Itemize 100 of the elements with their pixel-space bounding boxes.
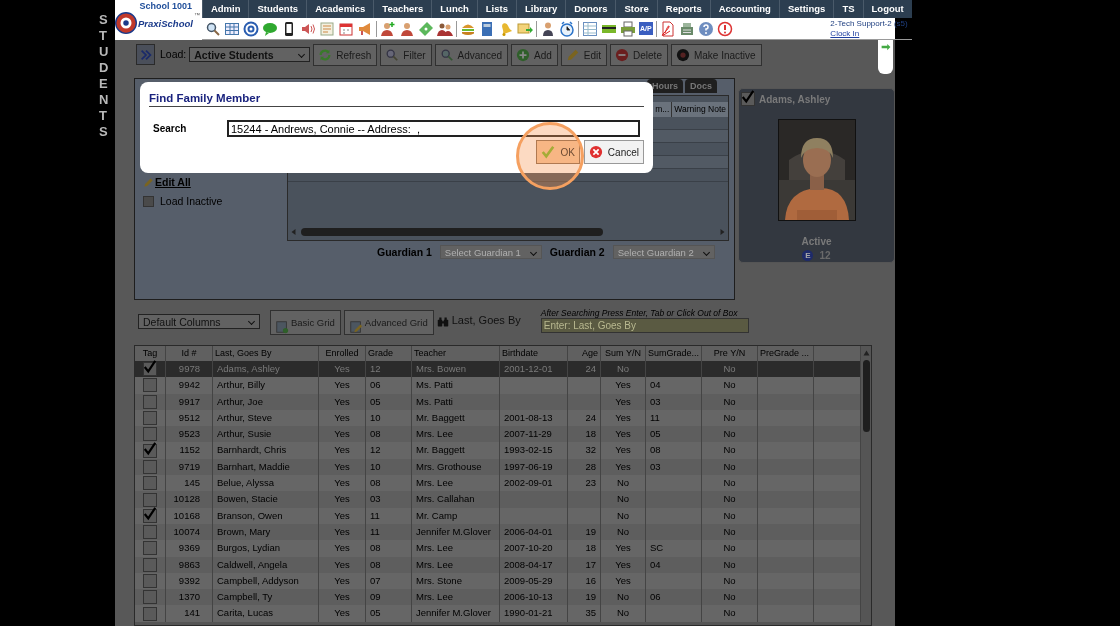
advanced-grid-button[interactable]: Advanced Grid (343, 310, 434, 335)
table-cell: Bowen, Stacie (213, 491, 319, 508)
cancel-button[interactable]: Cancel (583, 140, 644, 164)
table-cell: Branson, Owen (213, 507, 319, 524)
table-cell: 9917 (166, 393, 213, 410)
table-cell: No (601, 491, 646, 508)
load-label: Load: (160, 47, 187, 62)
ok-button[interactable]: OK (536, 140, 580, 164)
table-cell: Burgos, Lydian (213, 540, 319, 557)
table-cell: 17 (568, 556, 601, 573)
table-cell: Mrs. Callahan (412, 491, 500, 508)
table-cell: 9369 (166, 540, 213, 557)
table-cell: 18 (568, 540, 601, 557)
table-cell: No (601, 507, 646, 524)
table-cell: Mrs. Lee (412, 556, 500, 573)
search-field[interactable]: 15244 - Andrews, Connie -- Address: , (227, 120, 640, 137)
basic-grid-button[interactable]: Basic Grid (270, 310, 341, 335)
table-cell: 11 (366, 507, 412, 524)
nav-item[interactable]: Teachers (373, 0, 432, 18)
table-row[interactable]: 1370 Campbell, Ty Yes 09 Mrs. Lee 2006-10-13 19 No 06 No (135, 589, 861, 606)
table-cell: Barnhardt, Chris (213, 442, 319, 459)
columns-select[interactable]: Default Columns (138, 314, 260, 329)
nav-item[interactable]: Lists (476, 0, 516, 18)
nav-item[interactable]: Academics (306, 0, 374, 18)
table-cell: Yes (319, 442, 366, 459)
nav-item[interactable]: Store (615, 0, 657, 18)
table-cell: 9863 (166, 556, 213, 573)
table-row[interactable]: 9978 Adams, Ashley Yes 12 Mrs. Bowen 2001-12-01 24 No No (135, 361, 861, 378)
table-row[interactable]: 10128 Bowen, Stacie Yes 03 Mrs. Callahan No No (135, 491, 861, 508)
table-cell: 10168 (166, 507, 213, 524)
table-row[interactable]: 145 Belue, Alyssa Yes 08 Mrs. Lee 2002-09-01 23 No No (135, 475, 861, 492)
table-cell: 2007-10-20 (500, 540, 568, 557)
table-cell: Yes (601, 556, 646, 573)
nav-item[interactable]: Logout (862, 0, 912, 18)
guardian-select[interactable]: Select Guardian 1 (439, 245, 542, 259)
nav-item[interactable]: Lunch (431, 0, 477, 18)
nav-item[interactable]: Admin (201, 0, 249, 18)
clock-in-link[interactable]: Clock In (830, 28, 860, 38)
table-cell: 03 (366, 491, 412, 508)
table-row[interactable]: 141 Carita, Lucas Yes 05 Jennifer M.Glover 1990-01-21 35 No No (135, 605, 861, 622)
school-name: School 1001 (139, 1, 192, 11)
guardian-label: Guardian 1 (377, 246, 432, 258)
table-cell: Yes (601, 442, 646, 459)
load-select[interactable]: Active Students (189, 47, 311, 62)
section-title: STUDENTS (99, 12, 110, 140)
table-row[interactable]: 9369 Burgos, Lydian Yes 08 Mrs. Lee 2007-10-20 18 Yes SC No (135, 540, 861, 557)
nav-item[interactable]: Reports (656, 0, 710, 18)
student-name: Adams, Ashley (759, 93, 831, 105)
table-cell: Mr. Baggett (412, 442, 500, 459)
table-cell: 1993-02-15 (500, 442, 568, 459)
advanced-button[interactable]: Advanced (434, 44, 508, 66)
table-cell: Yes (319, 507, 366, 524)
edit-button[interactable]: Edit (560, 44, 608, 66)
checkbox-label: Load Inactive (160, 195, 223, 207)
table-row[interactable]: 9942 Arthur, Billy Yes 06 Ms. Patti Yes 04 No (135, 377, 861, 394)
table-cell: 04 (646, 556, 702, 573)
table-cell: Yes (601, 393, 646, 410)
search-label: Search (152, 123, 188, 134)
nav-item[interactable]: Library (516, 0, 566, 18)
table-cell: Yes (319, 605, 366, 622)
table-cell: Caldwell, Angela (213, 556, 319, 573)
table-row[interactable]: 1152 Barnhardt, Chris Yes 12 Mr. Baggett 1993-02-15 32 Yes 08 No (135, 442, 861, 459)
table-cell: No (702, 507, 758, 524)
table-cell: Yes (319, 393, 366, 410)
table-cell: Mrs. Lee (412, 540, 500, 557)
table-cell: Yes (601, 377, 646, 394)
table-cell: SC (646, 540, 702, 557)
table-cell: Jennifer M.Glover (412, 605, 500, 622)
table-cell: No (702, 556, 758, 573)
panel-tab[interactable]: Docs (685, 79, 717, 93)
table-cell: Yes (319, 556, 366, 573)
table-cell: Arthur, Joe (213, 393, 319, 410)
table-cell: 12 (366, 442, 412, 459)
table-cell: Yes (601, 540, 646, 557)
table-cell: No (702, 377, 758, 394)
table-cell: 1152 (166, 442, 213, 459)
guardian-select[interactable]: Select Guardian 2 (612, 245, 715, 259)
table-cell: No (601, 605, 646, 622)
nav-item[interactable]: Donors (565, 0, 616, 18)
table-cell: 35 (568, 605, 601, 622)
table-cell: 32 (568, 442, 601, 459)
nav-item[interactable]: TS (833, 0, 863, 18)
nav-item[interactable]: Accounting (709, 0, 779, 18)
table-cell: 9942 (166, 377, 213, 394)
hint-text: After Searching Press Enter, Tab or Click Out of Box (540, 308, 739, 318)
edit-all-link[interactable]: Edit All (155, 176, 191, 188)
add-button[interactable]: Add (511, 44, 558, 66)
search-field[interactable]: Enter: Last, Goes By (540, 318, 749, 333)
refresh-button[interactable]: Refresh (313, 44, 378, 66)
table-cell: Mr. Camp (412, 507, 500, 524)
grade-badge: E (802, 250, 814, 261)
nav-item[interactable]: Settings (778, 0, 834, 18)
nav-item[interactable]: Students (248, 0, 307, 18)
delete-button[interactable]: Delete (610, 44, 668, 66)
filter-button[interactable]: Filter (380, 44, 432, 66)
table-cell: 03 (646, 393, 702, 410)
table-cell: Yes (319, 491, 366, 508)
status-label: Active (801, 236, 832, 247)
table-row[interactable]: 9523 Arthur, Susie Yes 08 Mrs. Lee 2007-11-29 18 Yes 05 No (135, 426, 861, 443)
table-cell: No (702, 605, 758, 622)
